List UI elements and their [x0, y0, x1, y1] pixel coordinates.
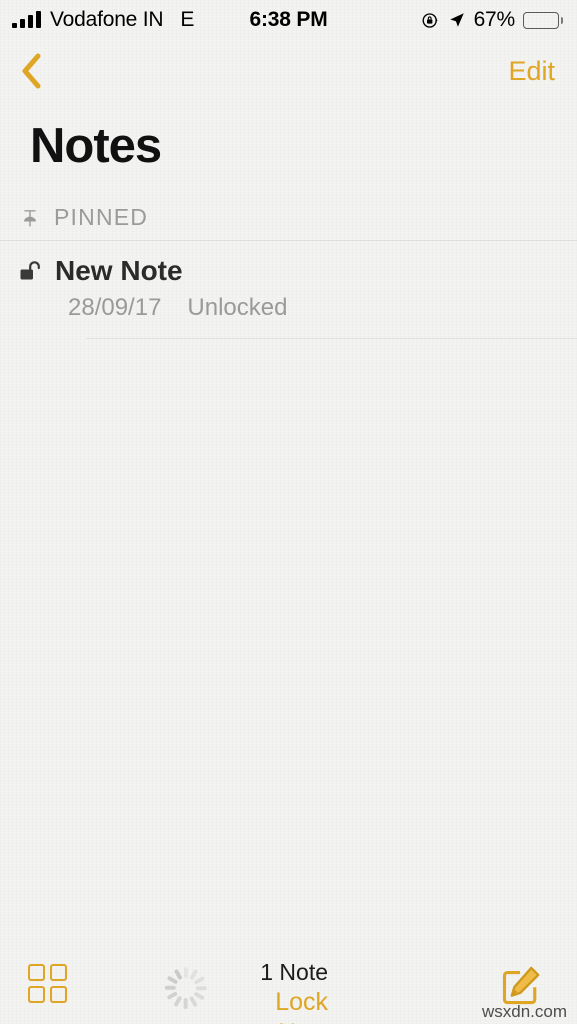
lock-now-button[interactable]: Lock Now: [228, 987, 328, 1024]
note-subtitle-row: 28/09/17 Unlocked: [18, 287, 577, 322]
status-bar: Vodafone IN E 6:38 PM 67%: [0, 0, 577, 40]
pinned-section-header: PINNED: [0, 174, 577, 240]
status-bar-left: Vodafone IN E: [12, 8, 194, 32]
watermark-label: wsxdn.com: [481, 1002, 567, 1021]
location-arrow-icon: [449, 13, 464, 27]
pinned-section: PINNED New Note 28/09/17 Unlocked: [0, 174, 577, 339]
back-button[interactable]: [18, 50, 52, 92]
rotation-lock-icon: [422, 12, 438, 28]
activity-spinner-icon: [163, 965, 209, 1011]
pinned-section-label: PINNED: [54, 204, 149, 230]
network-type-label: E: [180, 8, 195, 31]
note-title-row: New Note: [18, 255, 577, 287]
unlocked-padlock-icon: [20, 261, 40, 280]
battery-icon: [523, 11, 563, 29]
navigation-bar: Edit: [0, 40, 577, 102]
gallery-view-button[interactable]: [28, 964, 67, 1003]
note-count-block: 1 Note Lock Now: [228, 958, 328, 1024]
status-bar-right: 67%: [421, 8, 563, 32]
note-lock-state: Unlocked: [187, 294, 288, 321]
bottom-toolbar: 1 Note Lock Now wsxdn.com: [0, 945, 577, 1024]
notes-app-screen: Vodafone IN E 6:38 PM 67% Edit Notes PIN…: [0, 0, 577, 1024]
note-title: New Note: [55, 255, 183, 286]
cellular-signal-icon: [12, 11, 41, 28]
gallery-grid-icon: [28, 964, 67, 1003]
carrier-label: Vodafone IN: [50, 8, 164, 31]
battery-percent-label: 67%: [473, 8, 516, 31]
note-date: 28/09/17: [68, 294, 162, 321]
note-list-item[interactable]: New Note 28/09/17 Unlocked: [0, 241, 577, 338]
note-count-label: 1 Note: [260, 959, 328, 985]
back-chevron-icon: [22, 53, 41, 89]
compose-note-icon: [502, 966, 540, 1005]
edit-button[interactable]: Edit: [508, 56, 555, 87]
page-title: Notes: [30, 119, 162, 173]
pin-icon: [23, 209, 37, 227]
empty-list-area: [0, 339, 577, 945]
